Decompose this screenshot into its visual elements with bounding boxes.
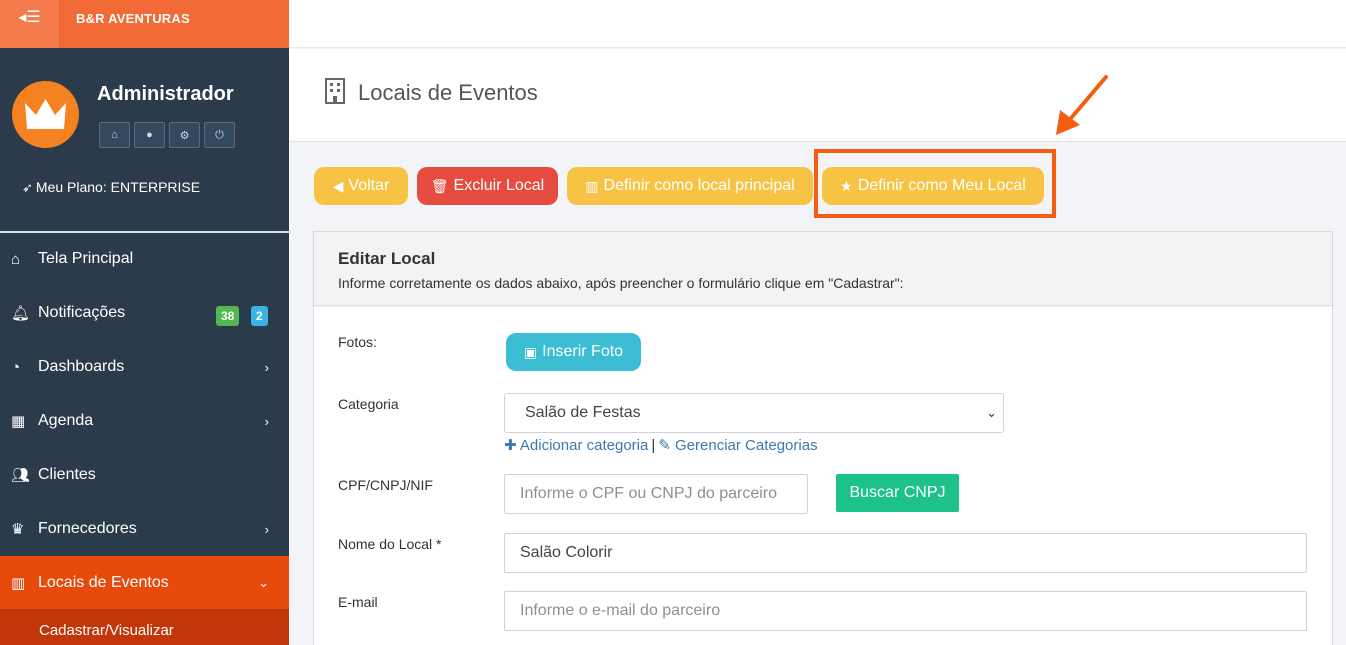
top-bar [289,0,1346,48]
calendar-icon: ▦ [11,413,26,430]
dashboard-icon: ◔ [11,358,21,376]
chevron-down-icon: ⌄ [258,575,269,590]
sidebar-item-notificacoes[interactable]: 🔔︎ Notificações 38 2 [0,286,289,340]
cpf-cnpj-input[interactable]: Informe o CPF ou CNPJ do parceiro [504,474,808,514]
sidebar-item-locais-de-eventos[interactable]: ▥ Locais de Eventos ⌄ [0,556,289,610]
category-selected-value: Salão de Festas [525,404,641,421]
trophy-icon: ♛ [11,521,25,538]
email-field[interactable]: Informe o e-mail do parceiro [504,591,1307,631]
category-select[interactable]: Salão de Festas ⌄ [504,393,1004,433]
sidebar-item-label: Tela Principal [38,250,134,267]
sidebar-item-label: Notificações [38,304,126,321]
page-title: Locais de Eventos [358,80,538,105]
sidebar-item-tela-principal[interactable]: ⌂ Tela Principal [0,232,289,286]
sidebar-item-label: Agenda [38,412,94,429]
sidebar-menu: ⌂ Tela Principal 🔔︎ Notificações 38 2 ◔ … [0,232,289,610]
add-category-label: Adicionar categoria [519,437,649,454]
card-subtitle: Informe corretamente os dados abaixo, ap… [338,275,904,291]
trash-icon: 🗑︎ [430,177,449,194]
edit-location-card: Editar Local Informe corretamente os dad… [313,231,1333,645]
insert-photo-label: Inserir Foto [542,343,624,360]
crown-icon [25,99,66,129]
bell-icon: 🔔︎ [11,305,31,322]
add-category-link[interactable]: ✚ Adicionar categoria [504,437,648,454]
location-name-input[interactable]: Salão Colorir [504,533,1307,573]
sidebar-item-fornecedores[interactable]: ♛ Fornecedores › [0,502,289,556]
brand-name: B&R AVENTURAS [76,11,190,26]
users-icon: 👥︎ [11,467,31,484]
annotation-highlight-box [814,149,1056,218]
plan-info: ➶ Meu Plano: ENTERPRISE [22,179,200,196]
menu-collapse-button[interactable]: ◂☰ [0,0,59,48]
sidebar-item-dashboards[interactable]: ◔ Dashboards › [0,340,289,394]
set-main-location-label: Definir como local principal [603,177,795,194]
insert-photo-button[interactable]: ▣ Inserir Foto [506,333,641,371]
manage-categories-link[interactable]: ✎ Gerenciar Categorias [658,437,817,454]
home-icon: ⌂ [111,129,118,141]
photos-label: Fotos: [338,334,377,350]
submenu-item-cadastrar-visualizar[interactable]: Cadastrar/Visualizar [0,609,289,645]
email-label: E-mail [338,594,378,610]
sidebar-item-clientes[interactable]: 👥︎ Clientes [0,448,289,502]
sidebar-item-label: Locais de Eventos [38,574,169,591]
plus-icon: ✚ [504,437,517,454]
edit-icon: ✎ [658,437,671,454]
cpf-cnpj-label: CPF/CNPJ/NIF [338,477,433,493]
avatar [12,81,79,148]
user-icon: ● [146,129,153,141]
set-main-location-button[interactable]: ▥ Definir como local principal [567,167,813,205]
chevron-right-icon: › [264,359,269,375]
arrow-left-circle-icon: ◀ [332,177,344,194]
card-header: Editar Local Informe corretamente os dad… [314,232,1332,306]
chevron-down-icon: ⌄ [986,405,997,420]
profile-button[interactable]: ● [134,122,165,148]
manage-categories-label: Gerenciar Categorias [675,437,818,454]
gear-icon: ⚙ [179,129,190,142]
sidebar-item-label: Dashboards [38,358,125,375]
user-quick-actions: ⌂ ● ⚙ ⏻ [99,122,235,148]
location-name-label: Nome do Local * [338,536,442,552]
home-button[interactable]: ⌂ [99,122,130,148]
notification-count-badge: 38 [216,306,240,326]
plan-text: Meu Plano: ENTERPRISE [35,179,201,195]
category-label: Categoria [338,396,399,412]
sidebar-item-agenda[interactable]: ▦ Agenda › [0,394,289,448]
back-button-label: Voltar [348,177,390,194]
category-links: ✚ Adicionar categoria | ✎ Gerenciar Catego… [504,436,818,454]
menu-collapse-icon: ◂☰ [18,9,41,26]
delete-location-label: Excluir Local [453,177,545,194]
home-icon: ⌂ [11,250,21,268]
card-title: Editar Local [338,249,436,268]
building-icon: ▥ [585,177,599,194]
sidebar-item-label: Fornecedores [38,520,137,537]
sidebar-header: ◂☰ B&R AVENTURAS [0,0,289,48]
building-icon [325,78,345,104]
image-icon: ▣ [523,343,538,360]
chevron-right-icon: › [264,413,269,429]
logout-button[interactable]: ⏻ [204,122,235,148]
search-cnpj-button[interactable]: Buscar CNPJ [836,474,959,512]
notification-count-badge-secondary: 2 [251,306,268,326]
delete-location-button[interactable]: 🗑︎ Excluir Local [417,167,558,205]
chevron-right-icon: › [264,521,269,537]
sidebar: ◂☰ B&R AVENTURAS Administrador ⌂ ● ⚙ ⏻ ➶… [0,0,289,645]
user-name: Administrador [97,83,234,105]
power-icon: ⏻ [215,128,224,141]
link-separator: | [651,437,656,454]
sidebar-item-label: Clientes [38,466,96,483]
back-button[interactable]: ◀ Voltar [314,167,408,205]
annotation-arrow-icon [1056,75,1108,135]
building-icon: ▥ [11,575,26,592]
rocket-icon: ➶ [22,180,33,195]
settings-button[interactable]: ⚙ [169,122,200,148]
